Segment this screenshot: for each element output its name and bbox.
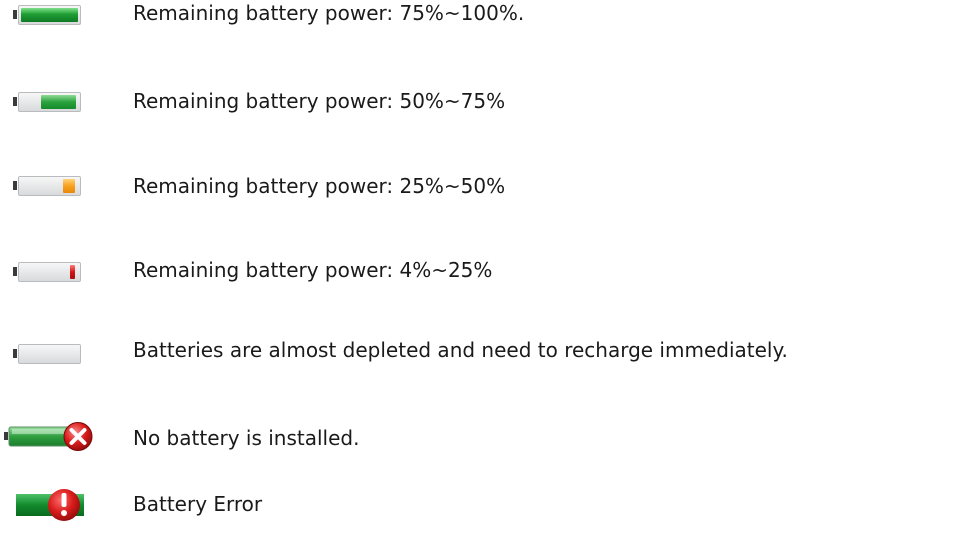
legend-item-error: Battery Error (0, 484, 966, 524)
legend-label: Battery Error (133, 492, 263, 516)
legend-item-low: Remaining battery power: 4%~25% (0, 254, 966, 294)
battery-full-icon (0, 1, 90, 31)
battery-empty-icon (0, 340, 90, 370)
legend-item-empty: Batteries are almost depleted and need t… (0, 334, 966, 374)
battery-low-icon (0, 258, 90, 288)
legend-item-not-installed: No battery is installed. (0, 418, 966, 458)
legend-item-full: Remaining battery power: 75%~100%. (0, 0, 966, 40)
battery-three-quarter-icon (0, 88, 90, 118)
battery-half-icon (0, 172, 90, 202)
legend-label: Remaining battery power: 25%~50% (133, 174, 506, 198)
legend-label: Remaining battery power: 50%~75% (133, 89, 506, 113)
legend-label: Remaining battery power: 75%~100%. (133, 1, 525, 25)
legend-item-three-quarter: Remaining battery power: 50%~75% (0, 84, 966, 124)
legend-item-half: Remaining battery power: 25%~50% (0, 170, 966, 210)
legend-label: No battery is installed. (133, 426, 360, 450)
legend-label: Remaining battery power: 4%~25% (133, 258, 493, 282)
battery-error-icon (14, 484, 94, 524)
legend-label: Batteries are almost depleted and need t… (133, 338, 788, 362)
battery-not-installed-icon (0, 418, 100, 454)
